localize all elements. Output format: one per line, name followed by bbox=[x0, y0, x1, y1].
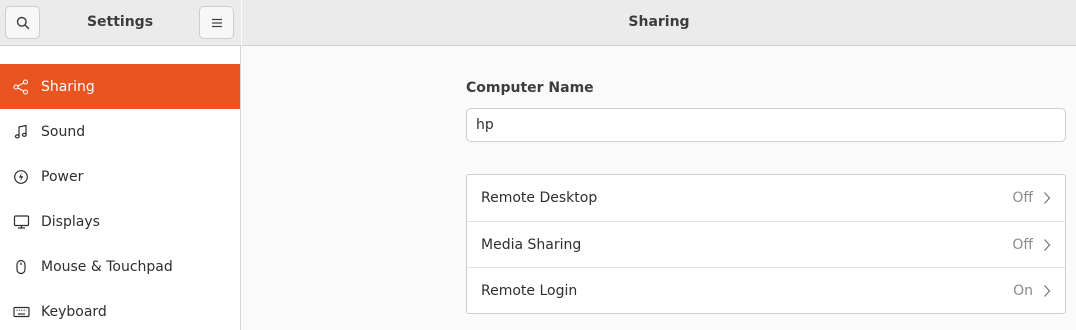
remote-login-row[interactable]: Remote Login On bbox=[467, 267, 1065, 313]
mouse-icon bbox=[12, 258, 30, 276]
sidebar-item-label: Sound bbox=[41, 123, 86, 140]
row-label: Remote Login bbox=[481, 282, 578, 299]
sidebar-item-label: Sharing bbox=[41, 78, 95, 95]
computer-name-input[interactable] bbox=[466, 108, 1066, 142]
display-icon bbox=[12, 213, 30, 231]
sidebar: Settings Sharing Sound Power Displays Mo… bbox=[0, 0, 241, 330]
sidebar-item-label: Power bbox=[41, 168, 84, 185]
keyboard-icon bbox=[12, 303, 30, 321]
sidebar-item-power[interactable]: Power bbox=[0, 154, 240, 199]
sharing-services-list: Remote Desktop Off Media Sharing Off Rem… bbox=[466, 174, 1066, 314]
sidebar-item-sharing[interactable]: Sharing bbox=[0, 64, 240, 109]
menu-button[interactable] bbox=[199, 6, 234, 39]
sidebar-header: Settings bbox=[0, 0, 241, 46]
sidebar-nav: Sharing Sound Power Displays Mouse & Tou… bbox=[0, 64, 240, 330]
status-label: On bbox=[1013, 282, 1033, 299]
sidebar-item-label: Keyboard bbox=[41, 303, 107, 320]
sidebar-item-label: Mouse & Touchpad bbox=[41, 258, 173, 275]
search-button[interactable] bbox=[5, 6, 40, 39]
sidebar-title: Settings bbox=[86, 14, 154, 30]
chevron-right-icon bbox=[1043, 238, 1051, 252]
page-title: Sharing bbox=[628, 14, 690, 30]
share-icon bbox=[12, 78, 30, 96]
hamburger-menu-icon bbox=[211, 18, 222, 27]
media-sharing-row[interactable]: Media Sharing Off bbox=[467, 221, 1065, 267]
remote-desktop-row[interactable]: Remote Desktop Off bbox=[467, 175, 1065, 221]
main-header: Sharing bbox=[242, 0, 1076, 46]
row-label: Media Sharing bbox=[481, 236, 582, 253]
chevron-right-icon bbox=[1043, 191, 1051, 205]
music-note-icon bbox=[12, 123, 30, 141]
chevron-right-icon bbox=[1043, 284, 1051, 298]
sidebar-item-mouse-touchpad[interactable]: Mouse & Touchpad bbox=[0, 244, 240, 289]
sidebar-item-keyboard[interactable]: Keyboard bbox=[0, 289, 240, 330]
settings-window: Settings Sharing Sound Power Displays Mo… bbox=[0, 0, 1076, 330]
sharing-panel: Computer Name Remote Desktop Off Media S… bbox=[242, 47, 1076, 330]
sidebar-item-sound[interactable]: Sound bbox=[0, 109, 240, 154]
power-icon bbox=[12, 168, 30, 186]
computer-name-label: Computer Name bbox=[466, 80, 594, 96]
sidebar-item-label: Displays bbox=[41, 213, 100, 230]
sidebar-item-displays[interactable]: Displays bbox=[0, 199, 240, 244]
row-label: Remote Desktop bbox=[481, 190, 598, 206]
status-label: Off bbox=[1012, 190, 1033, 206]
search-icon bbox=[16, 16, 29, 29]
status-label: Off bbox=[1012, 236, 1033, 253]
